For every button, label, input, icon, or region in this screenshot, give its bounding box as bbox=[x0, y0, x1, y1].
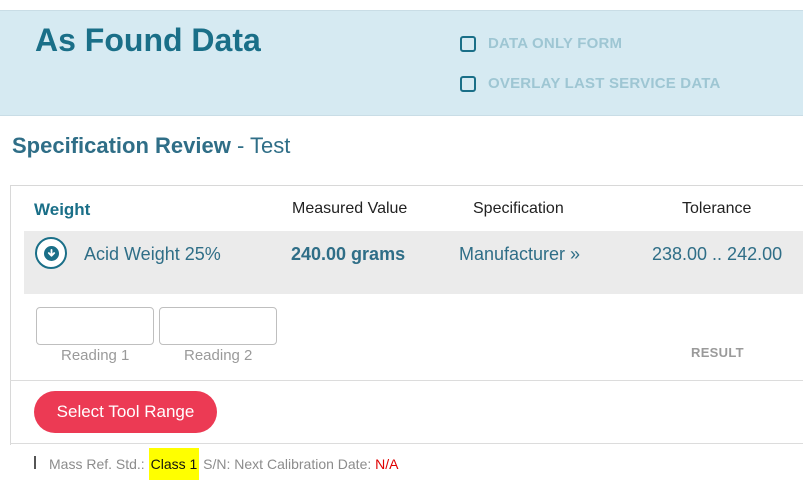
data-only-form-option[interactable]: DATA ONLY FORM bbox=[460, 35, 622, 52]
overlay-last-service-option[interactable]: OVERLAY LAST SERVICE DATA bbox=[460, 75, 721, 92]
column-header-tolerance: Tolerance bbox=[682, 200, 752, 217]
serial-next-cal-label: S/N: Next Calibration Date: bbox=[199, 456, 376, 472]
column-header-specification: Specification bbox=[473, 200, 564, 217]
footer-info: Mass Ref. Std.: Class 1 S/N: Next Calibr… bbox=[49, 448, 399, 480]
reading-1-input[interactable] bbox=[36, 307, 154, 345]
section-title-strong: Specification Review bbox=[12, 133, 231, 158]
reading-2-input[interactable] bbox=[159, 307, 277, 345]
data-only-form-label: DATA ONLY FORM bbox=[488, 35, 623, 52]
checkbox-icon[interactable] bbox=[460, 75, 476, 92]
result-label: RESULT bbox=[691, 345, 744, 360]
download-arrow-circle-icon bbox=[43, 245, 59, 261]
reading-1-label: Reading 1 bbox=[61, 347, 130, 364]
row-measured-value: 240.00 grams bbox=[291, 244, 406, 264]
next-calibration-value: N/A bbox=[375, 456, 399, 472]
checkbox-icon[interactable] bbox=[460, 35, 476, 52]
header-banner: As Found Data DATA ONLY FORM OVERLAY LAS… bbox=[0, 10, 803, 116]
divider bbox=[10, 443, 803, 444]
mass-ref-label: Mass Ref. Std.: bbox=[49, 456, 149, 472]
page-title: As Found Data bbox=[35, 22, 261, 58]
row-specification-link[interactable]: Manufacturer » bbox=[459, 244, 580, 265]
section-title: Specification Review - Test bbox=[12, 133, 290, 159]
row-expand-button[interactable] bbox=[35, 237, 67, 269]
footer-marker bbox=[34, 456, 36, 469]
row-name: Acid Weight 25% bbox=[84, 244, 221, 264]
overlay-last-service-label: OVERLAY LAST SERVICE DATA bbox=[488, 75, 721, 92]
column-header-weight: Weight bbox=[34, 200, 91, 219]
divider bbox=[10, 380, 803, 381]
reading-2-label: Reading 2 bbox=[184, 347, 253, 364]
select-tool-range-button[interactable]: Select Tool Range bbox=[34, 391, 217, 433]
class-value-highlight: Class 1 bbox=[148, 448, 200, 480]
row-tolerance: 238.00 .. 242.00 bbox=[652, 244, 783, 264]
section-title-rest: - Test bbox=[230, 133, 291, 158]
column-header-measured-value: Measured Value bbox=[292, 200, 408, 217]
